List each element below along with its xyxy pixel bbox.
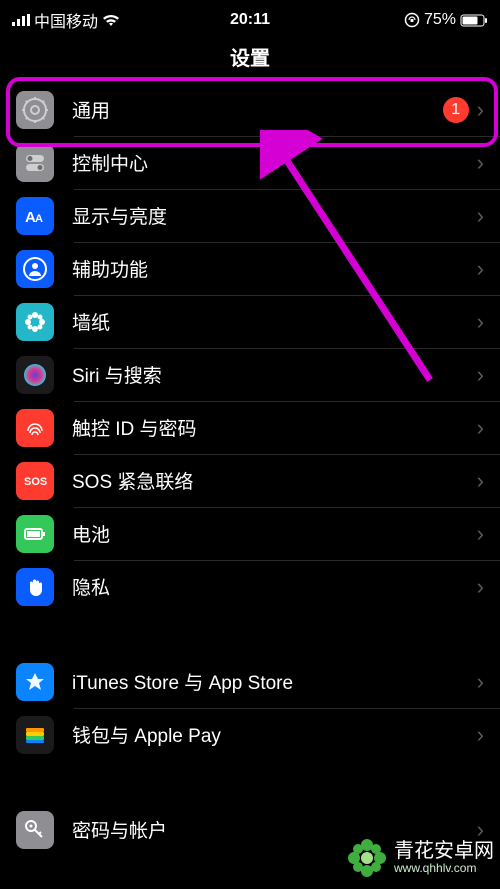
svg-text:SOS: SOS [24,476,47,488]
chevron-right-icon: › [477,468,484,494]
row-battery[interactable]: 电池› [0,507,500,560]
row-label: iTunes Store 与 App Store [72,668,477,695]
person-icon [16,250,54,288]
chevron-right-icon: › [477,669,484,695]
chevron-right-icon: › [477,574,484,600]
fingerprint-icon [16,409,54,447]
chevron-right-icon: › [477,309,484,335]
watermark-url: www.qhhlv.com [394,862,494,875]
row-label: 辅助功能 [72,255,477,282]
row-display[interactable]: AA 显示与亮度› [0,189,500,242]
row-privacy[interactable]: 隐私› [0,560,500,613]
chevron-right-icon: › [477,150,484,176]
row-label: 显示与亮度 [72,202,477,229]
aa-icon: AA [16,197,54,235]
row-appstore[interactable]: iTunes Store 与 App Store› [0,655,500,708]
page-title: 设置 [0,34,500,83]
siri-icon [16,356,54,394]
row-wallet[interactable]: 钱包与 Apple Pay› [0,708,500,761]
row-label: Siri 与搜索 [72,361,477,388]
chevron-right-icon: › [477,362,484,388]
watermark: 青花安卓网 www.qhhlv.com [346,837,494,879]
wallet-icon [16,716,54,754]
chevron-right-icon: › [477,521,484,547]
row-siri[interactable]: Siri 与搜索› [0,348,500,401]
battery-icon [16,515,54,553]
row-accessibility[interactable]: 辅助功能› [0,242,500,295]
watermark-logo-icon [346,837,388,879]
appstore-icon [16,663,54,701]
svg-text:A: A [35,213,43,225]
row-label: 控制中心 [72,149,477,176]
row-label: 钱包与 Apple Pay [72,721,477,748]
chevron-right-icon: › [477,256,484,282]
row-label: 墙纸 [72,308,477,335]
settings-list[interactable]: 通用1›控制中心›AA显示与亮度›辅助功能›墙纸›Siri 与搜索›触控 ID … [0,83,500,856]
row-label: 隐私 [72,573,477,600]
clock: 20:11 [0,11,500,29]
chevron-right-icon: › [477,97,484,123]
notification-badge: 1 [443,97,469,123]
flower-icon [16,303,54,341]
chevron-right-icon: › [477,722,484,748]
chevron-right-icon: › [477,415,484,441]
screen: { "status": { "carrier": "中国移动", "time":… [0,0,500,889]
row-control-center[interactable]: 控制中心› [0,136,500,189]
row-label: 通用 [72,96,443,123]
row-touchid[interactable]: 触控 ID 与密码› [0,401,500,454]
sos-icon: SOS [16,462,54,500]
row-general[interactable]: 通用1 › [0,83,500,136]
section-gap [0,761,500,803]
watermark-title: 青花安卓网 [394,840,494,862]
section-gap [0,613,500,655]
row-label: SOS 紧急联络 [72,467,477,494]
switches-icon [16,144,54,182]
row-label: 电池 [72,520,477,547]
row-label: 触控 ID 与密码 [72,414,477,441]
key-icon [16,811,54,849]
row-wallpaper[interactable]: 墙纸› [0,295,500,348]
chevron-right-icon: › [477,203,484,229]
hand-icon [16,568,54,606]
row-sos[interactable]: SOS SOS 紧急联络› [0,454,500,507]
status-bar: 中国移动 20:11 75% [0,0,500,34]
gear-icon [16,91,54,129]
